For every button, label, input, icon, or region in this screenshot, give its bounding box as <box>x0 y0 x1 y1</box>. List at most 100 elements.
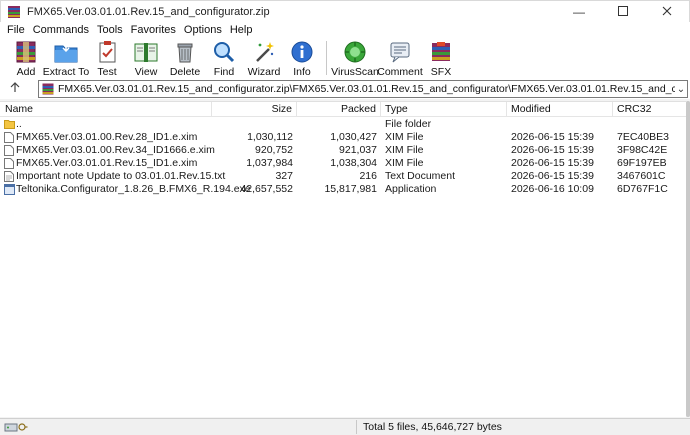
menu-bar: File Commands Tools Favorites Options He… <box>0 22 690 38</box>
sfx-label: SFX <box>430 66 452 78</box>
file-size: 1,037,984 <box>246 157 293 169</box>
column-header-size[interactable]: Size <box>212 102 297 117</box>
menu-options[interactable]: Options <box>180 24 226 36</box>
file-name: .. <box>16 118 22 130</box>
comment-button[interactable]: Comment <box>377 38 423 79</box>
maximize-icon <box>618 5 628 19</box>
toolbar: Add Extract To Test View Delete Find Wiz… <box>0 38 690 79</box>
view-book-icon <box>132 39 160 65</box>
drive-key-icon[interactable] <box>4 421 28 433</box>
add-button[interactable]: Add <box>8 38 44 79</box>
extract-to-label: Extract To <box>42 66 90 78</box>
status-bar: Total 5 files, 45,646,727 bytes <box>0 418 690 435</box>
add-archive-icon <box>12 39 40 65</box>
list-item[interactable]: FMX65.Ver.03.01.00.Rev.28_ID1.e.xim 1,03… <box>0 131 690 144</box>
test-button[interactable]: Test <box>88 38 126 79</box>
column-header-packed[interactable]: Packed <box>297 102 381 117</box>
archive-icon <box>42 83 54 95</box>
file-modified: 2026-06-16 10:09 <box>511 183 594 195</box>
wizard-wand-icon <box>250 39 278 65</box>
list-item[interactable]: Important note Update to 03.01.01.Rev.15… <box>0 170 690 183</box>
maximize-button[interactable] <box>601 1 645 23</box>
winrar-app-icon[interactable] <box>7 5 21 19</box>
view-label: View <box>134 66 158 78</box>
view-button[interactable]: View <box>126 38 166 79</box>
menu-favorites[interactable]: Favorites <box>127 24 180 36</box>
file-crc: 6D767F1C <box>617 183 668 195</box>
address-path: FMX65.Ver.03.01.01.Rev.15_and_configurat… <box>58 83 675 95</box>
file-size: 1,030,112 <box>247 131 293 143</box>
toolbar-separator <box>326 41 327 75</box>
title-bar: FMX65.Ver.03.01.01.Rev.15_and_configurat… <box>0 0 690 22</box>
minimize-icon: — <box>573 4 585 19</box>
scrollbar-thumb[interactable] <box>686 101 690 417</box>
column-packed-label: Packed <box>340 103 376 115</box>
test-clipboard-icon <box>93 39 121 65</box>
minimize-button[interactable]: — <box>557 1 601 23</box>
column-type-label: Type <box>385 103 408 115</box>
list-item-parent-folder[interactable]: .. File folder <box>0 118 690 131</box>
wizard-label: Wizard <box>247 66 281 78</box>
file-modified: 2026-06-15 15:39 <box>511 170 594 182</box>
up-one-level-button[interactable] <box>0 79 30 99</box>
text-file-icon <box>4 171 14 182</box>
info-button[interactable]: Info <box>284 38 320 79</box>
list-header: Name Size Packed Type Modified CRC32 <box>0 102 690 117</box>
file-icon <box>4 132 14 143</box>
file-size: 327 <box>275 170 293 182</box>
file-size: 42,657,552 <box>240 183 293 195</box>
column-header-crc[interactable]: CRC32 <box>613 102 690 117</box>
wizard-button[interactable]: Wizard <box>244 38 284 79</box>
menu-help[interactable]: Help <box>226 24 257 36</box>
file-crc: 7EC40BE3 <box>617 131 669 143</box>
add-label: Add <box>16 66 36 78</box>
extract-to-button[interactable]: Extract To <box>42 38 90 79</box>
close-icon <box>662 5 672 19</box>
file-packed: 1,030,427 <box>330 131 377 143</box>
file-crc: 69F197EB <box>617 157 667 169</box>
file-modified: 2026-06-15 15:39 <box>511 157 594 169</box>
file-modified: 2026-06-15 15:39 <box>511 131 594 143</box>
comment-icon <box>386 39 414 65</box>
info-label: Info <box>293 66 311 78</box>
virusscan-button[interactable]: VirusScan <box>331 38 379 79</box>
file-modified: 2026-06-15 15:39 <box>511 144 594 156</box>
column-header-name[interactable]: Name <box>0 102 212 117</box>
test-label: Test <box>97 66 117 78</box>
chevron-down-icon[interactable]: ⌄ <box>675 84 687 95</box>
file-name: FMX65.Ver.03.01.01.Rev.15_ID1.e.xim <box>16 157 198 169</box>
close-button[interactable] <box>645 1 689 23</box>
status-separator <box>356 420 357 434</box>
file-type: XIM File <box>385 131 424 143</box>
file-name: FMX65.Ver.03.01.00.Rev.28_ID1.e.xim <box>16 131 198 143</box>
status-summary: Total 5 files, 45,646,727 bytes <box>363 421 502 433</box>
file-type: Application <box>385 183 437 195</box>
file-name: Important note Update to 03.01.01.Rev.15… <box>16 170 226 182</box>
extract-folder-icon <box>52 39 80 65</box>
file-type: File folder <box>385 118 432 130</box>
menu-file[interactable]: File <box>3 24 29 36</box>
info-icon <box>288 39 316 65</box>
list-item[interactable]: FMX65.Ver.03.01.00.Rev.34_ID1666.e.xim 9… <box>0 144 690 157</box>
vertical-scrollbar[interactable] <box>686 101 690 417</box>
column-crc-label: CRC32 <box>617 103 652 115</box>
column-header-modified[interactable]: Modified <box>507 102 613 117</box>
menu-tools[interactable]: Tools <box>93 24 127 36</box>
column-size-label: Size <box>271 103 292 115</box>
list-item[interactable]: FMX65.Ver.03.01.01.Rev.15_ID1.e.xim 1,03… <box>0 157 690 170</box>
file-name: FMX65.Ver.03.01.00.Rev.34_ID1666.e.xim <box>16 144 215 156</box>
sfx-icon <box>427 39 455 65</box>
column-modified-label: Modified <box>511 103 551 115</box>
sfx-button[interactable]: SFX <box>423 38 459 79</box>
address-bar[interactable]: FMX65.Ver.03.01.01.Rev.15_and_configurat… <box>38 80 688 98</box>
file-size: 920,752 <box>255 144 293 156</box>
folder-icon <box>4 119 15 130</box>
column-header-type[interactable]: Type <box>381 102 507 117</box>
list-item[interactable]: Teltonika.Configurator_1.8.26_B.FMX6_R.1… <box>0 183 690 196</box>
arrow-up-icon <box>10 82 20 96</box>
menu-commands[interactable]: Commands <box>29 24 93 36</box>
find-magnifier-icon <box>210 39 238 65</box>
virusscan-label: VirusScan <box>331 66 379 78</box>
find-button[interactable]: Find <box>204 38 244 79</box>
delete-button[interactable]: Delete <box>166 38 204 79</box>
